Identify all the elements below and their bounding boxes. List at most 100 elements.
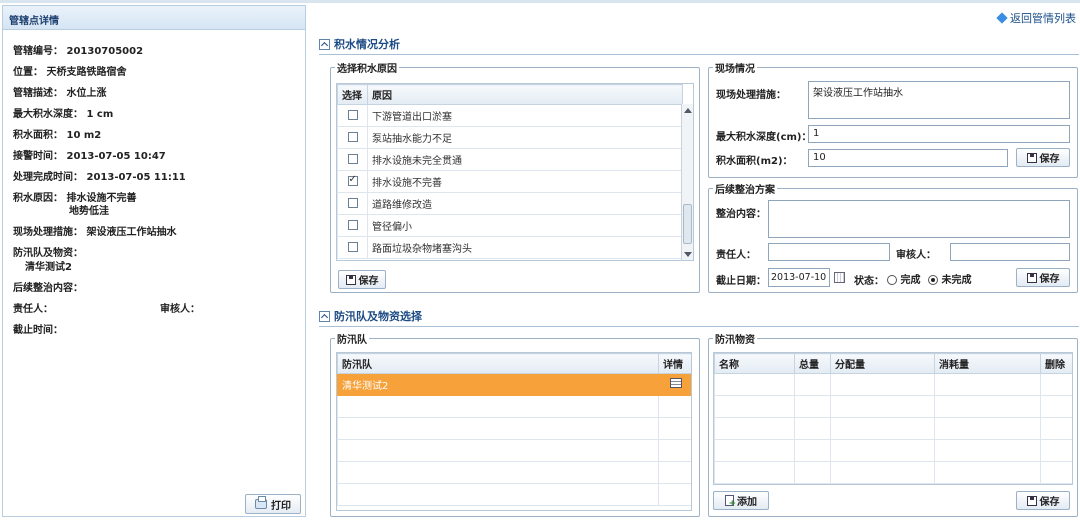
scroll-down-icon[interactable] [684,252,692,257]
material-add-button[interactable]: 添加 [713,491,769,510]
checkbox[interactable] [347,110,358,120]
col-header-select: 选择 [337,84,368,105]
plan-content-textarea[interactable] [768,200,1070,238]
area-label: 积水面积(m2)： [716,156,793,167]
checkbox-checked[interactable] [347,174,358,186]
depth-label: 最大积水深度(cm)： [716,132,812,143]
detail-panel: 管辖点详情 管辖编号： 20130705002 位置： 天桥支路铁路宿舍 管辖描… [2,5,306,517]
field-responsible-label: 责任人： [13,304,53,315]
top-border [0,0,1080,3]
table-row[interactable]: 路面垃圾杂物堵塞沟头 [337,236,683,259]
field-label: 位置： [13,67,43,78]
field-area: 积水面积： 10 m2 [13,126,101,141]
save-icon [1026,272,1037,283]
scroll-thumb[interactable] [683,204,692,244]
table-row[interactable]: 下游管道出口淤塞 [337,104,683,127]
depth-input[interactable]: 1 [808,125,1070,143]
col-header-team: 防汛队 [337,353,659,374]
area-input[interactable]: 10 [808,149,1008,167]
material-group-legend: 防汛物资 [715,335,755,346]
field-finish-time: 处理完成时间： 2013-07-05 11:11 [13,168,186,183]
field-value: 1 cm [86,109,114,120]
measure-textarea[interactable]: 架设液压工作站抽水 [808,81,1070,119]
table-row [337,439,691,462]
table-row[interactable]: 排水设施未完全贯通 [337,148,683,171]
field-cause-second: 地势低洼 [69,206,109,217]
table-row [714,461,1072,484]
calendar-icon[interactable] [834,272,845,283]
radio-undone[interactable] [927,275,938,285]
reason-cell: 道路维修改造 [367,192,683,215]
cause-group-legend: 选择积水原因 [337,64,397,75]
return-to-list-link[interactable]: 返回管情列表 [996,10,1076,26]
reason-cell: 排水设施不完善 [367,170,683,193]
reason-cell: 泵站抽水能力不足 [367,126,683,149]
save-icon [1026,495,1037,506]
field-value: 10 m2 [66,130,102,141]
table-row[interactable]: 管径偏小 [337,214,683,237]
radio-done[interactable] [887,275,897,285]
reviewer-label: 审核人： [896,250,936,261]
team-table: 防汛队 详情 清华测试2 [337,353,691,506]
material-save-button[interactable]: 保存 [1016,491,1070,510]
field-id: 管辖编号： 20130705002 [13,42,143,57]
table-row [337,395,691,418]
col-header-detail: 详情 [658,353,691,374]
section-water-analysis-title[interactable]: 积水情况分析 [319,36,400,52]
save-icon [1026,152,1037,163]
material-table: 名称 总量 分配量 消耗量 删除 [714,353,1072,484]
responsible-label: 责任人： [716,250,756,261]
field-value: 天桥支路铁路宿舍 [46,67,127,78]
print-button[interactable]: 打印 [245,494,301,514]
save-button-label: 保存 [358,276,379,287]
field-description: 管辖描述： 水位上涨 [13,84,106,99]
field-label: 管辖描述： [13,88,63,99]
collapse-icon [319,38,330,50]
col-header-total: 总量 [794,353,831,374]
cause-scrollbar[interactable] [681,104,693,260]
field-label: 处理完成时间： [13,172,83,183]
col-header-delete: 删除 [1040,353,1072,374]
field-label: 现场处理措施： [13,227,83,238]
field-label: 积水面积： [13,130,63,141]
checkbox[interactable] [347,242,358,252]
radio-undone-label: 未完成 [941,275,972,286]
scroll-up-icon[interactable] [684,108,692,113]
field-value: 架设液压工作站抽水 [86,227,177,238]
team-name-cell: 清华测试2 [337,373,659,396]
col-header-reason: 原因 [367,84,683,105]
field-reviewer-label: 审核人： [160,304,200,315]
reviewer-input[interactable] [950,243,1070,261]
field-alarm-time: 接警时间： 2013-07-05 10:47 [13,147,166,162]
table-row[interactable]: 泵站抽水能力不足 [337,126,683,149]
table-row [337,483,691,506]
table-row[interactable]: 道路维修改造 [337,192,683,215]
site-save-button[interactable]: 保存 [1016,148,1070,167]
responsible-input[interactable] [768,243,890,261]
printer-icon [255,496,267,509]
section-divider [319,326,1079,327]
site-group-legend: 现场情况 [715,64,755,75]
deadline-input[interactable]: 2013-07-10 [768,268,830,287]
section-title-label: 积水情况分析 [334,38,400,51]
plan-save-button[interactable]: 保存 [1016,268,1070,287]
cause-save-button[interactable]: 保存 [338,270,386,289]
table-row-selected[interactable]: 清华测试2 [337,373,691,396]
col-header-consumed: 消耗量 [934,353,1041,374]
status-radio-group: 完成 未完成 [887,271,971,286]
measure-label: 现场处理措施： [716,90,786,101]
col-header-name: 名称 [714,353,795,374]
field-value: 2013-07-05 11:11 [86,172,186,183]
table-row[interactable]: 排水设施不完善 [337,170,683,193]
collapse-icon [319,310,330,322]
detail-icon[interactable] [669,378,682,388]
section-team-title[interactable]: 防汛队及物资选择 [319,308,422,324]
checkbox[interactable] [347,198,358,208]
reason-cell: 下游管道出口淤塞 [367,104,683,127]
checkbox[interactable] [347,132,358,142]
checkbox[interactable] [347,154,358,164]
field-deadline-label: 截止时间： [13,325,63,336]
table-row [714,439,1072,462]
checkbox[interactable] [347,220,358,230]
section-divider [319,54,1079,55]
